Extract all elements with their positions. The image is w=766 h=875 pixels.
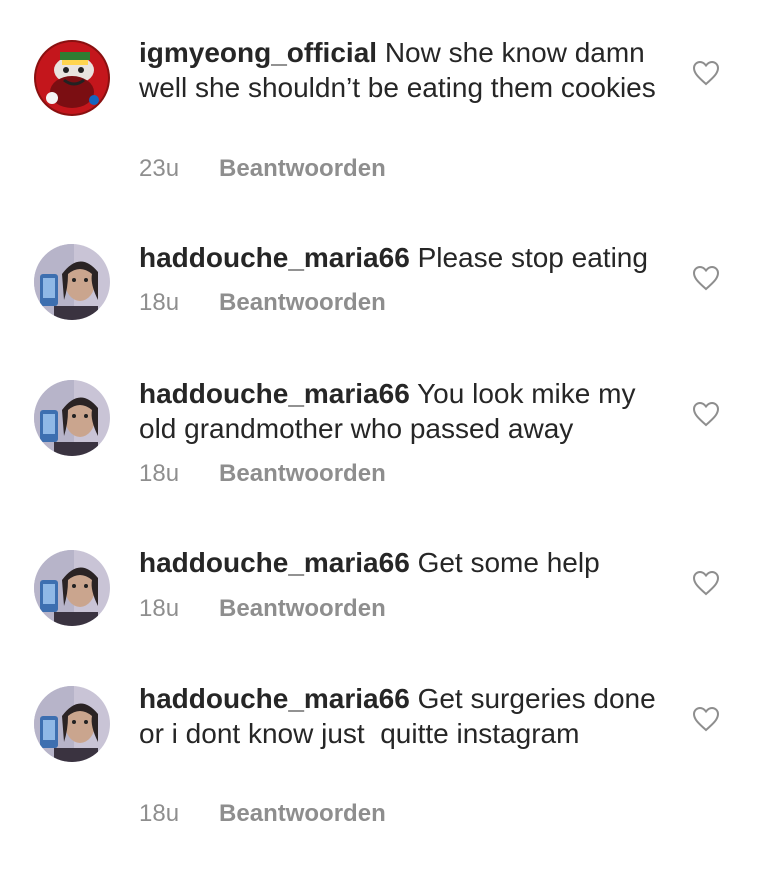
heart-outline-icon[interactable] (692, 401, 720, 427)
comment-meta: 18u Beantwoorden (139, 799, 386, 829)
comment-text: haddouche_maria66 Get surgeries done or … (139, 681, 669, 751)
reply-button[interactable]: Beantwoorden (219, 459, 386, 489)
red-character-avatar-icon (34, 40, 110, 116)
comment-username[interactable]: haddouche_maria66 (139, 683, 410, 714)
comment-time: 18u (139, 289, 180, 316)
comment-text: igmyeong_official Now she know damn well… (139, 35, 669, 105)
comment-username[interactable]: haddouche_maria66 (139, 547, 410, 578)
heart-outline-icon[interactable] (692, 570, 720, 596)
avatar[interactable] (34, 244, 110, 320)
comment-body: Please stop eating (417, 242, 648, 273)
comment-text: haddouche_maria66 Get some help (139, 545, 669, 580)
comment-meta: 18u Beantwoorden (139, 459, 386, 489)
comment-body: Get some help (417, 547, 600, 578)
comment-time: 18u (139, 800, 180, 827)
heart-outline-icon[interactable] (692, 706, 720, 732)
heart-outline-icon[interactable] (692, 265, 720, 291)
comment-time: 18u (139, 595, 180, 622)
comment-username[interactable]: haddouche_maria66 (139, 242, 410, 273)
comment-meta: 18u Beantwoorden (139, 594, 386, 624)
comment-username[interactable]: igmyeong_official (139, 37, 377, 68)
reply-button[interactable]: Beantwoorden (219, 288, 386, 318)
selfie-avatar-icon (34, 380, 110, 456)
selfie-avatar-icon (34, 244, 110, 320)
reply-button[interactable]: Beantwoorden (219, 799, 386, 829)
comment-time: 23u (139, 155, 180, 182)
comment-text: haddouche_maria66 Please stop eating (139, 240, 669, 275)
heart-outline-icon[interactable] (692, 60, 720, 86)
selfie-avatar-icon (34, 550, 110, 626)
reply-button[interactable]: Beantwoorden (219, 154, 386, 184)
comment-username[interactable]: haddouche_maria66 (139, 378, 410, 409)
avatar[interactable] (34, 686, 110, 762)
comment-text: haddouche_maria66 You look mike my old g… (139, 376, 669, 446)
avatar[interactable] (34, 550, 110, 626)
comment-meta: 23u Beantwoorden (139, 154, 386, 184)
selfie-avatar-icon (34, 686, 110, 762)
reply-button[interactable]: Beantwoorden (219, 594, 386, 624)
avatar[interactable] (34, 40, 110, 116)
comment-meta: 18u Beantwoorden (139, 288, 386, 318)
comment-time: 18u (139, 460, 180, 487)
avatar[interactable] (34, 380, 110, 456)
